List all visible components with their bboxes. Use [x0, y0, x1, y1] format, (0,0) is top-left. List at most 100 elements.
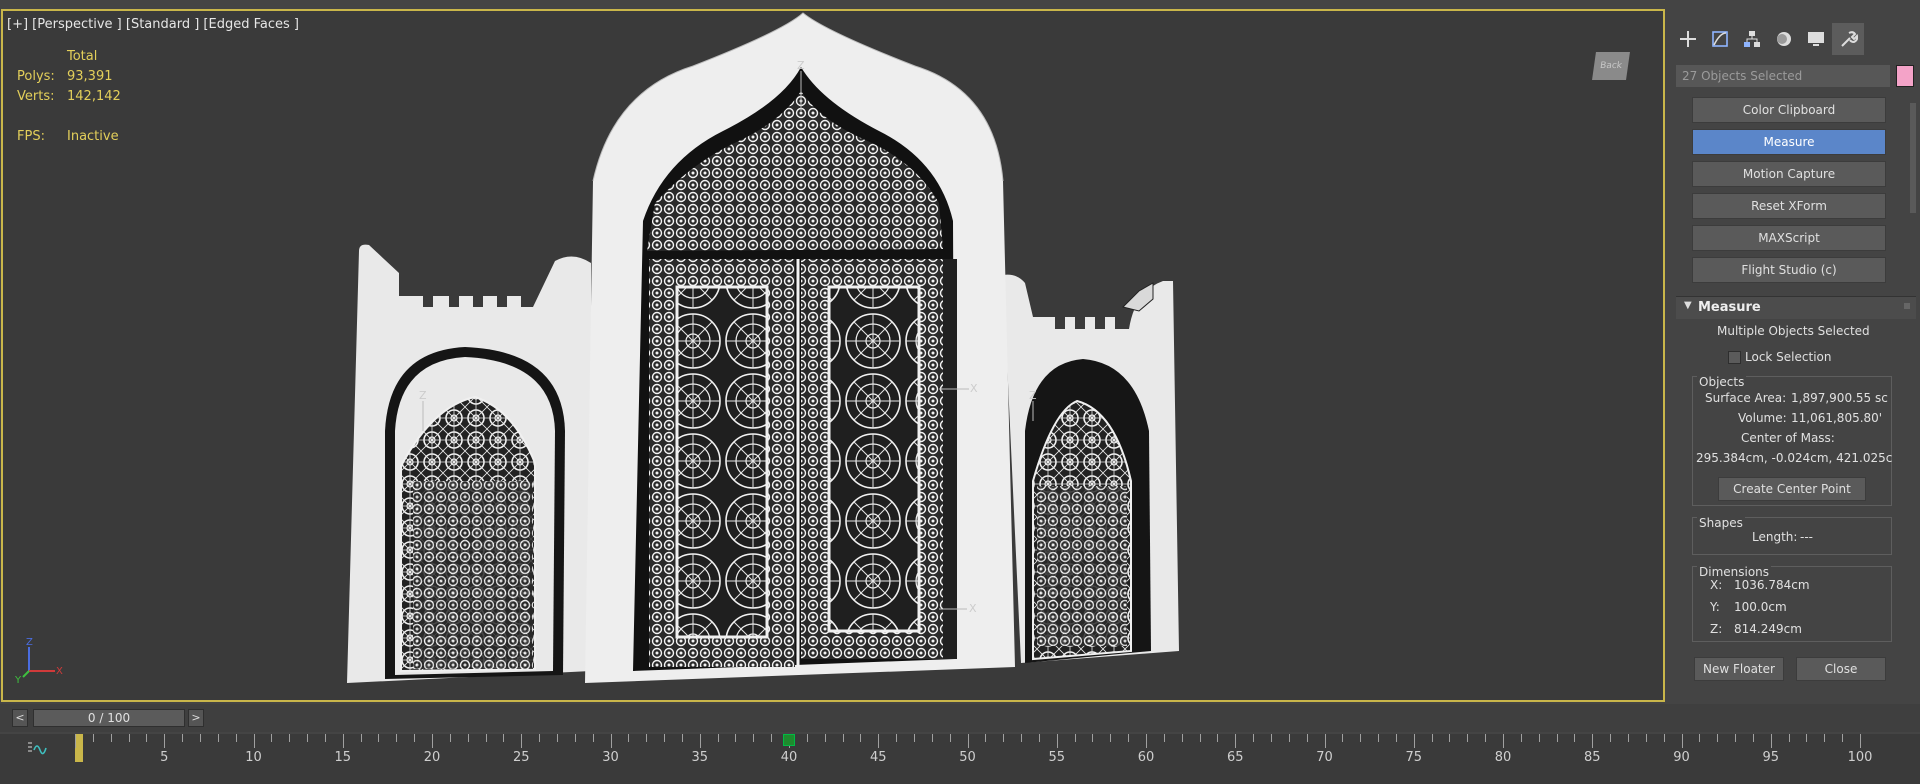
modify-tab[interactable] — [1704, 23, 1736, 55]
frame-tick — [1681, 734, 1683, 748]
shapes-group-title: Shapes — [1697, 516, 1745, 530]
frame-tick — [75, 734, 76, 748]
frame-tick — [1806, 734, 1808, 742]
display-tab[interactable] — [1800, 23, 1832, 55]
frame-tick — [1003, 734, 1005, 742]
frame-tick — [485, 734, 487, 742]
dim-z-value: 814.249cm — [1734, 622, 1802, 636]
frame-tick — [1378, 734, 1380, 742]
measure-rollout-title: Measure — [1698, 300, 1761, 315]
frame-tick — [1788, 734, 1790, 742]
hierarchy-tab[interactable] — [1736, 23, 1768, 55]
panel-scrollbar[interactable] — [1910, 103, 1916, 213]
flight-studio-button[interactable]: Flight Studio (c) — [1692, 257, 1886, 283]
frame-tick — [378, 734, 380, 742]
frame-tick-label: 100 — [1847, 750, 1873, 765]
frame-tick — [1306, 734, 1308, 742]
objects-group-title: Objects — [1697, 375, 1747, 389]
command-panel: 27 Objects Selected Color Clipboard Meas… — [1672, 13, 1920, 700]
frame-tick — [1181, 734, 1183, 742]
next-frame-button[interactable]: > — [188, 709, 204, 727]
frame-tick — [1574, 734, 1576, 742]
frame-tick — [467, 734, 469, 742]
frame-tick — [574, 734, 576, 742]
frame-tick — [253, 734, 255, 748]
curve-editor-icon[interactable] — [26, 740, 48, 758]
frame-tick — [1413, 734, 1415, 748]
frame-tick — [646, 734, 648, 742]
frame-tick-label: 40 — [780, 750, 798, 765]
frame-tick — [1324, 734, 1326, 748]
motion-tab[interactable] — [1768, 23, 1800, 55]
lock-selection-label: Lock Selection — [1745, 350, 1832, 364]
frame-tick — [735, 734, 737, 742]
frame-tick — [1610, 734, 1612, 742]
frame-tick-label: 70 — [1316, 750, 1333, 765]
dim-x-value: 1036.784cm — [1734, 578, 1810, 592]
frame-tick — [664, 734, 666, 742]
command-panel-tabs — [1672, 23, 1920, 55]
measure-button[interactable]: Measure — [1692, 129, 1886, 155]
create-icon — [1680, 31, 1696, 47]
display-icon — [1808, 32, 1824, 46]
object-color-swatch[interactable] — [1896, 65, 1914, 87]
track-bar[interactable]: 5 10 15 20 25 30 35 40 45 50 55 60 65 70 75 80 85 90 95 100 — [0, 734, 1920, 784]
measure-status: Multiple Objects Selected — [1717, 324, 1870, 338]
time-slider[interactable]: 0 / 100 — [33, 709, 185, 727]
frame-tick — [503, 734, 505, 742]
frame-tick — [182, 734, 184, 742]
frame-tick — [217, 734, 219, 742]
lock-selection-checkbox[interactable] — [1728, 351, 1741, 364]
create-tab[interactable] — [1672, 23, 1704, 55]
frame-tick — [717, 734, 719, 742]
utilities-tab[interactable] — [1832, 23, 1864, 55]
volume-label: Volume: — [1738, 411, 1787, 425]
current-frame-marker[interactable] — [75, 734, 83, 762]
time-slider-bar: < 0 / 100 > — [0, 704, 1920, 732]
frame-tick — [271, 734, 273, 742]
previous-frame-button[interactable]: < — [12, 709, 28, 727]
frame-tick — [1485, 734, 1487, 742]
frame-tick — [878, 734, 880, 748]
frame-tick-label: 85 — [1583, 750, 1601, 765]
frame-tick — [289, 734, 291, 742]
frame-tick — [1556, 734, 1558, 742]
frame-tick-label: 35 — [691, 750, 709, 765]
frame-tick — [896, 734, 898, 742]
new-floater-button[interactable]: New Floater — [1694, 657, 1784, 681]
frame-tick — [949, 734, 951, 742]
frame-tick — [1824, 734, 1826, 742]
frame-tick-label: 45 — [869, 750, 887, 765]
surface-area-label: Surface Area: — [1705, 391, 1787, 405]
selection-name-field[interactable]: 27 Objects Selected — [1676, 65, 1890, 87]
keyframe-marker[interactable] — [783, 734, 795, 746]
right-wall — [1003, 274, 1179, 663]
volume-value: 11,061,805.80' — [1791, 411, 1883, 425]
frame-tick — [1128, 734, 1130, 742]
frame-tick — [967, 734, 969, 748]
maxscript-button[interactable]: MAXScript — [1692, 225, 1886, 251]
color-clipboard-button[interactable]: Color Clipboard — [1692, 97, 1886, 123]
motion-capture-button[interactable]: Motion Capture — [1692, 161, 1886, 187]
frame-tick — [1270, 734, 1272, 742]
arch-gate-model[interactable]: Z X X Z Z Z X Y — [3, 11, 1663, 700]
frame-tick — [699, 734, 701, 748]
length-value: --- — [1800, 530, 1813, 544]
timeline-track[interactable]: 5 10 15 20 25 30 35 40 45 50 55 60 65 70 75 80 85 90 95 100 — [75, 734, 1872, 768]
frame-tick — [1627, 734, 1629, 742]
frame-tick — [324, 734, 326, 742]
frame-tick — [1538, 734, 1540, 742]
close-button[interactable]: Close — [1796, 657, 1886, 681]
frame-tick-label: 15 — [334, 750, 352, 765]
frame-tick-label: 55 — [1048, 750, 1066, 765]
create-center-point-button[interactable]: Create Center Point — [1718, 477, 1866, 501]
frame-tick — [1288, 734, 1290, 742]
measure-rollout-header[interactable]: ▼ Measure — [1676, 296, 1916, 319]
frame-tick — [824, 734, 826, 742]
perspective-viewport[interactable]: [+] [Perspective ] [Standard ] [Edged Fa… — [1, 9, 1665, 702]
reset-xform-button[interactable]: Reset XForm — [1692, 193, 1886, 219]
frame-tick — [681, 734, 683, 742]
frame-tick — [128, 734, 130, 742]
frame-tick-label: 5 — [160, 750, 169, 765]
frame-tick — [985, 734, 987, 742]
